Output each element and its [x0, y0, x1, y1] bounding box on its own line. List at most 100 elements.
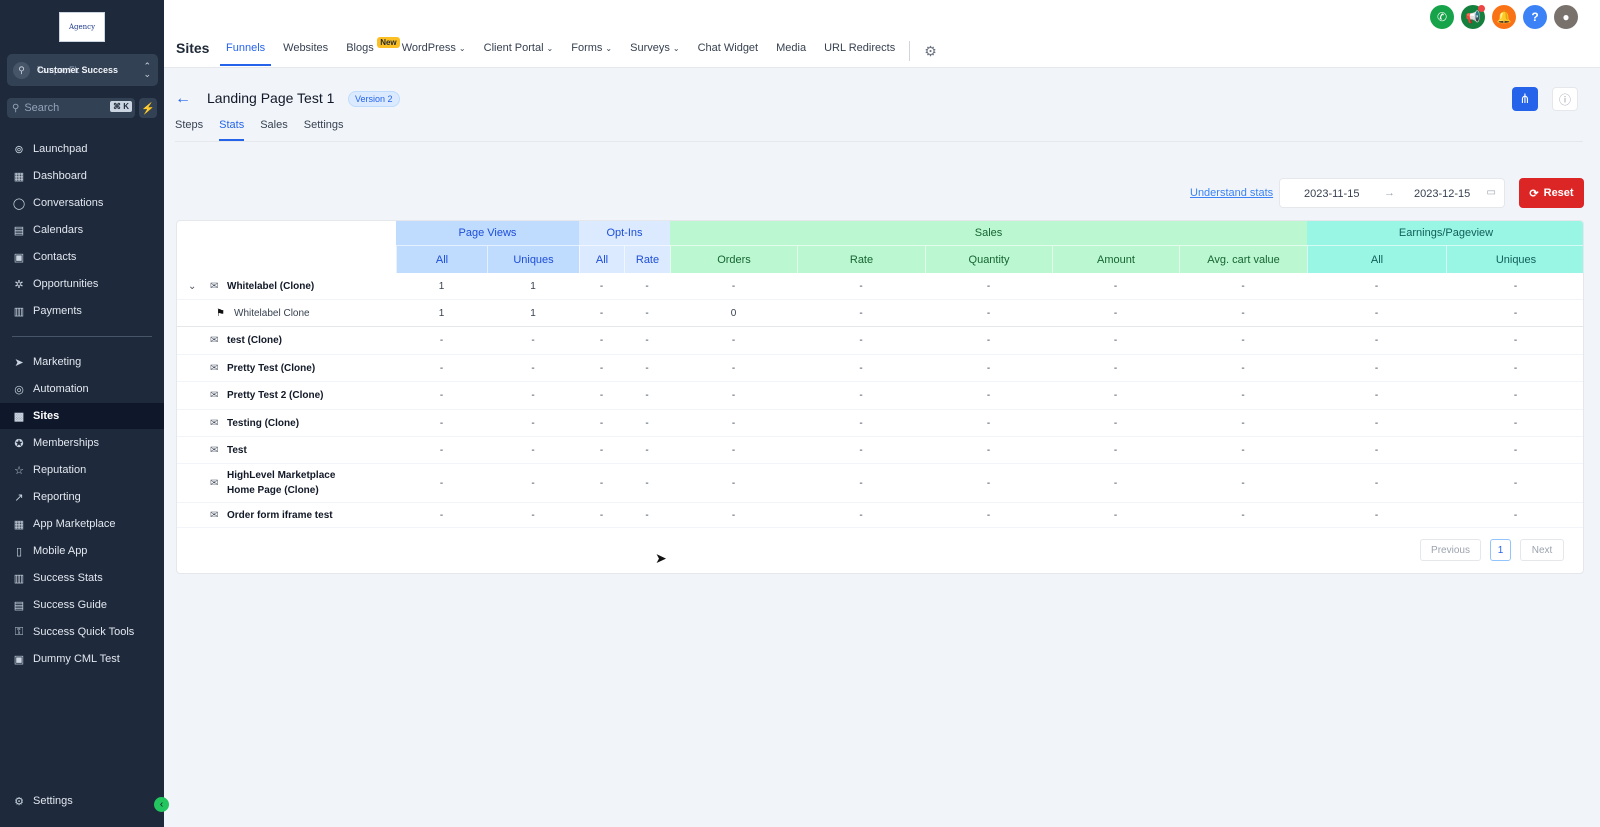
chevron-down-icon[interactable]: ⌄ [188, 273, 196, 299]
table-cell: - [1113, 444, 1118, 456]
table-row[interactable]: ✉ Order form iframe test - - - - - - - - - - - [177, 503, 1583, 528]
table-row[interactable]: ⚑ Whitelabel Clone 1 1 - - 0 - - - - - - [177, 300, 1583, 327]
table-row[interactable]: ✉ Testing (Clone) - - - - - - - - - - - [177, 410, 1583, 437]
sidebar: Agency ⚲ Customer Success Tampa, FL ⌃ ⌄ ⚲… [0, 0, 169, 827]
row-name[interactable]: Pretty Test 2 (Clone) [227, 382, 324, 409]
reset-button[interactable]: ⟳ Reset [1519, 178, 1584, 208]
date-range-picker[interactable]: 2023-11-15 → 2023-12-15 ▭ [1279, 178, 1505, 208]
date-from[interactable]: 2023-11-15 [1304, 188, 1359, 200]
row-name[interactable]: Test [227, 437, 247, 463]
page-1-button[interactable]: 1 [1490, 539, 1511, 561]
table-cell: - [731, 417, 736, 429]
table-cell: - [599, 362, 604, 374]
column-header: Uniques [487, 245, 579, 273]
info-button[interactable]: ⓘ [1552, 87, 1578, 111]
window-icon: ▣ [13, 653, 25, 666]
table-row[interactable]: ✉ Pretty Test 2 (Clone) - - - - - - - - - - - [177, 382, 1583, 410]
row-name[interactable]: Whitelabel Clone [234, 300, 310, 326]
sidebar-item-label: Dashboard [33, 170, 87, 182]
tab-settings[interactable]: Settings [304, 119, 344, 141]
quick-action-bolt-icon[interactable]: ⚡ [139, 98, 157, 118]
tab-chat-widget[interactable]: Chat Widget [698, 42, 759, 66]
tab-sales[interactable]: Sales [260, 119, 288, 141]
table-row[interactable]: ✉ HighLevel Marketplace Home Page (Clone)… [177, 464, 1583, 503]
tab-surveys[interactable]: Surveys ⌄ [630, 42, 679, 66]
row-name[interactable]: Whitelabel (Clone) [227, 273, 314, 299]
sidebar-item-opportunities[interactable]: ✲ Opportunities [0, 271, 164, 297]
tab-wordpress[interactable]: WordPress ⌄ [402, 42, 466, 66]
row-name[interactable]: test (Clone) [227, 327, 282, 354]
sidebar-search[interactable]: ⚲ Search ⌘ K [7, 98, 135, 118]
row-name[interactable]: HighLevel Marketplace Home Page (Clone) [227, 464, 342, 502]
group-header-sales: Sales [670, 221, 1307, 245]
table-row[interactable]: ✉ Test - - - - - - - - - - - [177, 437, 1583, 464]
sidebar-item-launchpad[interactable]: ⊚ Launchpad [0, 136, 164, 162]
next-page-button[interactable]: Next [1520, 539, 1564, 561]
tab-client-portal[interactable]: Client Portal ⌄ [484, 42, 554, 66]
collapse-sidebar-icon[interactable]: ‹ [154, 797, 169, 812]
user-avatar[interactable]: ● [1554, 5, 1578, 29]
sidebar-item-reporting[interactable]: ↗ Reporting [0, 484, 164, 510]
back-arrow-icon[interactable]: ← [175, 90, 191, 108]
row-name[interactable]: Pretty Test (Clone) [227, 355, 315, 381]
megaphone-icon[interactable]: 📢 [1461, 5, 1485, 29]
sidebar-item-dummy-cml-test[interactable]: ▣ Dummy CML Test [0, 646, 164, 672]
understand-stats-link[interactable]: Understand stats [1190, 187, 1273, 199]
agency-logo[interactable]: Agency [59, 12, 105, 42]
share-button[interactable]: ⋔ [1512, 87, 1538, 111]
sidebar-item-label: Launchpad [33, 143, 88, 155]
version-badge[interactable]: Version 2 [348, 91, 400, 107]
chevron-down-icon: ⌄ [546, 44, 554, 53]
account-switcher[interactable]: ⚲ Customer Success Tampa, FL ⌃ ⌄ [7, 54, 158, 86]
sidebar-item-payments[interactable]: ▥ Payments [0, 298, 164, 324]
sidebar-item-app-marketplace[interactable]: ▦ App Marketplace [0, 511, 164, 537]
tab-forms[interactable]: Forms ⌄ [571, 42, 612, 66]
table-row[interactable]: ✉ test (Clone) - - - - - - - - - - - [177, 327, 1583, 355]
sites-settings-gear-icon[interactable]: ⚙ [924, 43, 937, 60]
table-row[interactable]: ⌄ ✉ Whitelabel (Clone) 1 1 - - - - - - - - - [177, 273, 1583, 300]
table-cell: 1 [438, 307, 445, 319]
row-name[interactable]: Testing (Clone) [227, 410, 299, 436]
tab-funnels[interactable]: Funnels [219, 42, 272, 66]
automation-icon: ◎ [14, 383, 24, 396]
tab-media[interactable]: Media [776, 42, 806, 66]
date-to[interactable]: 2023-12-15 [1414, 188, 1470, 200]
sidebar-item-automation[interactable]: ◎ Automation [0, 376, 164, 402]
table-cell: - [439, 362, 444, 374]
bell-icon[interactable]: 🔔 [1492, 5, 1516, 29]
table-cell: - [439, 417, 444, 429]
row-name[interactable]: Order form iframe test [227, 503, 333, 527]
sidebar-item-label: Contacts [33, 251, 77, 263]
reset-label: Reset [1543, 187, 1574, 199]
tab-websites[interactable]: Websites [283, 42, 328, 66]
sidebar-item-settings[interactable]: ⚙ Settings [0, 788, 164, 814]
tab-steps[interactable]: Steps [175, 119, 203, 141]
sidebar-item-reputation[interactable]: ☆ Reputation [0, 457, 164, 483]
sidebar-item-sites[interactable]: ▩ Sites [0, 403, 164, 429]
apps-icon: ▦ [13, 518, 25, 531]
column-header: Quantity [925, 245, 1052, 273]
table-cell: - [859, 509, 863, 521]
sidebar-item-success-stats[interactable]: ▥ Success Stats [0, 565, 164, 591]
table-row[interactable]: ✉ Pretty Test (Clone) - - - - - - - - - - - [177, 355, 1583, 382]
nav-separator [909, 41, 911, 61]
notification-dot [1478, 5, 1485, 12]
help-icon[interactable]: ? [1523, 5, 1547, 29]
sidebar-item-mobile-app[interactable]: ▯ Mobile App [0, 538, 164, 564]
sidebar-item-success-quick-tools[interactable]: ⚿ Success Quick Tools [0, 619, 164, 645]
phone-icon[interactable]: ✆ [1430, 5, 1454, 29]
mobile-icon: ▯ [15, 545, 23, 558]
tab-blogs[interactable]: Blogs New [346, 37, 400, 66]
previous-page-button[interactable]: Previous [1420, 539, 1481, 561]
sidebar-item-contacts[interactable]: ▣ Contacts [0, 244, 164, 270]
sidebar-item-marketing[interactable]: ➤ Marketing [0, 349, 164, 375]
sidebar-item-conversations[interactable]: ◯ Conversations [0, 190, 164, 216]
sidebar-item-memberships[interactable]: ✪ Memberships [0, 430, 164, 456]
sidebar-item-dashboard[interactable]: ▦ Dashboard [0, 163, 164, 189]
sidebar-item-success-guide[interactable]: ▤ Success Guide [0, 592, 164, 618]
tab-url-redirects[interactable]: URL Redirects [824, 42, 895, 66]
tab-stats[interactable]: Stats [219, 119, 245, 141]
table-cell: - [439, 335, 444, 346]
chevron-down-icon: ⌄ [605, 44, 613, 53]
sidebar-item-calendars[interactable]: ▤ Calendars [0, 217, 164, 243]
